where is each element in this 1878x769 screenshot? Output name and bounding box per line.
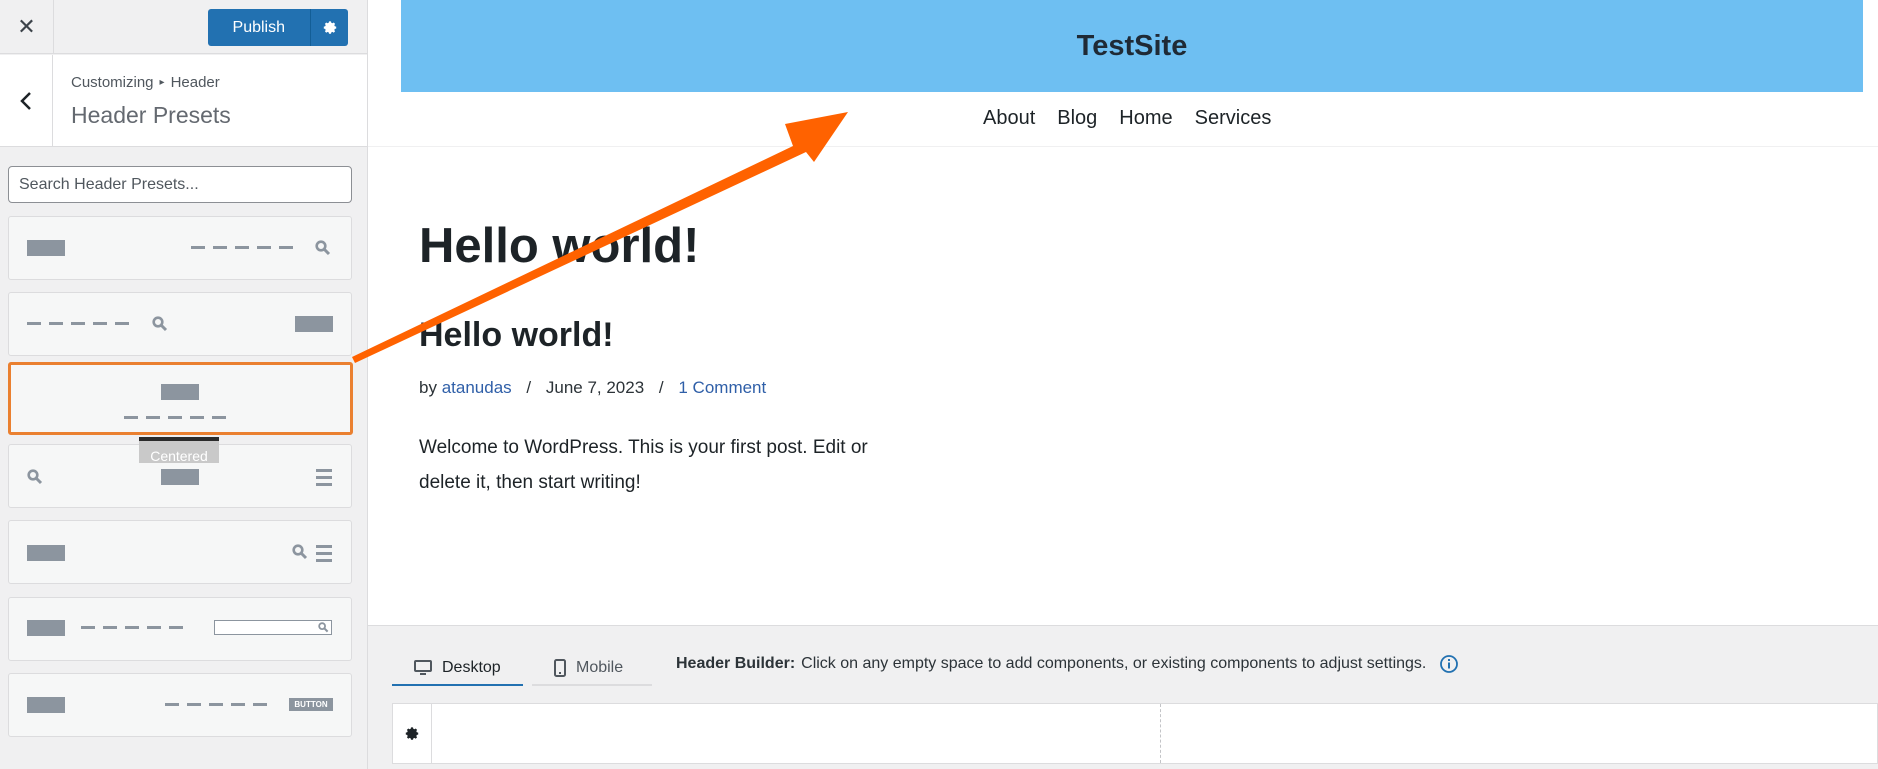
preset-logo-search-menu[interactable] bbox=[8, 520, 352, 584]
search-icon bbox=[292, 544, 308, 560]
search-box-placeholder bbox=[214, 620, 332, 635]
page-heading: Hello world! bbox=[419, 219, 700, 273]
menu-dash bbox=[146, 416, 160, 419]
post-title[interactable]: Hello world! bbox=[419, 316, 614, 355]
publish-settings-button[interactable] bbox=[311, 9, 348, 46]
row-settings-button[interactable] bbox=[393, 704, 432, 763]
site-header-banner[interactable]: TestSite bbox=[401, 0, 1863, 92]
back-button[interactable] bbox=[0, 55, 53, 146]
preset-logo-menu-button[interactable]: BUTTON bbox=[8, 673, 352, 737]
preset-centered[interactable] bbox=[8, 362, 353, 435]
menu-dash bbox=[235, 246, 249, 249]
header-row[interactable] bbox=[392, 703, 1878, 764]
menu-dash bbox=[71, 322, 85, 325]
logo-placeholder bbox=[295, 316, 333, 332]
tab-desktop[interactable]: Desktop bbox=[392, 652, 523, 686]
gear-icon bbox=[405, 726, 419, 740]
mobile-icon bbox=[554, 659, 566, 677]
breadcrumb-separator: ▸ bbox=[159, 77, 165, 88]
breadcrumb-root: Customizing bbox=[71, 74, 154, 91]
customizer-topbar: ✕ Publish bbox=[0, 0, 367, 54]
preset-tooltip: Centered bbox=[139, 437, 219, 464]
post-author-link[interactable]: atanudas bbox=[442, 378, 512, 397]
menu-dash bbox=[124, 416, 138, 419]
menu-dash bbox=[190, 416, 204, 419]
post-meta-by: by bbox=[419, 378, 437, 397]
hamburger-menu-icon bbox=[316, 545, 332, 562]
breadcrumb-current: Header bbox=[170, 74, 220, 91]
menu-dash bbox=[81, 626, 95, 629]
nav-item-blog[interactable]: Blog bbox=[1057, 107, 1097, 130]
nav-item-services[interactable]: Services bbox=[1195, 107, 1272, 130]
post-meta: by atanudas / June 7, 2023 / 1 Comment bbox=[419, 378, 766, 398]
search-icon bbox=[318, 622, 329, 633]
panel-title: Header Presets bbox=[71, 102, 231, 128]
header-builder-panel: Desktop Mobile Header Builder: Click on a… bbox=[368, 625, 1878, 769]
close-icon: ✕ bbox=[17, 14, 36, 39]
preset-search-input[interactable] bbox=[8, 166, 352, 203]
builder-help-text: Header Builder: Click on any empty space … bbox=[676, 655, 1426, 673]
preset-logo-menu-searchbox[interactable] bbox=[8, 597, 352, 661]
menu-dash bbox=[191, 246, 205, 249]
menu-dash bbox=[212, 416, 226, 419]
logo-placeholder bbox=[27, 545, 65, 561]
menu-dash bbox=[257, 246, 271, 249]
button-placeholder: BUTTON bbox=[289, 698, 333, 711]
menu-dash bbox=[147, 626, 161, 629]
menu-dash bbox=[103, 626, 117, 629]
builder-note-label: Header Builder: bbox=[676, 655, 796, 672]
nav-item-about[interactable]: About bbox=[983, 107, 1035, 130]
post-comments-link[interactable]: 1 Comment bbox=[678, 378, 766, 397]
hamburger-menu-icon bbox=[316, 469, 332, 486]
breadcrumb: Customizing ▸ Header bbox=[71, 74, 220, 91]
preset-logo-left-menu-right[interactable] bbox=[8, 216, 352, 280]
menu-dash bbox=[213, 246, 227, 249]
menu-dash bbox=[253, 703, 267, 706]
logo-placeholder bbox=[27, 240, 65, 256]
chevron-left-icon bbox=[20, 91, 31, 110]
menu-dash bbox=[93, 322, 107, 325]
meta-separator: / bbox=[658, 378, 664, 397]
logo-placeholder bbox=[27, 620, 65, 636]
tab-mobile-label: Mobile bbox=[576, 659, 624, 676]
customizer-sidebar: ✕ Publish Customizing ▸ Header Header Pres… bbox=[0, 0, 368, 769]
logo-placeholder bbox=[161, 384, 199, 400]
info-icon[interactable] bbox=[1439, 654, 1459, 679]
tab-desktop-label: Desktop bbox=[442, 659, 501, 676]
tab-mobile[interactable]: Mobile bbox=[532, 652, 652, 686]
menu-dash bbox=[168, 416, 182, 419]
post-date: June 7, 2023 bbox=[545, 378, 645, 397]
menu-dash bbox=[209, 703, 223, 706]
row-column-divider bbox=[1160, 704, 1161, 763]
menu-dash bbox=[49, 322, 63, 325]
menu-dash bbox=[27, 322, 41, 325]
header-divider bbox=[368, 146, 1878, 147]
builder-note-text: Click on any empty space to add componen… bbox=[801, 655, 1427, 672]
close-customizer-button[interactable]: ✕ bbox=[0, 0, 54, 54]
menu-dash bbox=[279, 246, 293, 249]
gear-icon bbox=[323, 20, 336, 34]
publish-button[interactable]: Publish bbox=[207, 9, 311, 46]
nav-item-home[interactable]: Home bbox=[1119, 107, 1172, 130]
primary-navigation: About Blog Home Services bbox=[983, 107, 1271, 130]
preset-menu-left-logo-right[interactable] bbox=[8, 292, 352, 356]
menu-dash bbox=[165, 703, 179, 706]
logo-placeholder bbox=[161, 469, 199, 485]
search-icon bbox=[27, 469, 43, 485]
search-icon bbox=[152, 316, 168, 332]
meta-separator: / bbox=[526, 378, 532, 397]
desktop-icon bbox=[414, 660, 432, 675]
site-title[interactable]: TestSite bbox=[1077, 30, 1188, 63]
menu-dash bbox=[169, 626, 183, 629]
publish-group: Publish bbox=[207, 9, 348, 46]
menu-dash bbox=[231, 703, 245, 706]
menu-dash bbox=[125, 626, 139, 629]
menu-dash bbox=[187, 703, 201, 706]
search-icon bbox=[315, 240, 331, 256]
menu-dash bbox=[115, 322, 129, 325]
logo-placeholder bbox=[27, 697, 65, 713]
post-excerpt: Welcome to WordPress. This is your first… bbox=[419, 437, 868, 493]
section-header: Customizing ▸ Header Header Presets bbox=[0, 55, 367, 147]
